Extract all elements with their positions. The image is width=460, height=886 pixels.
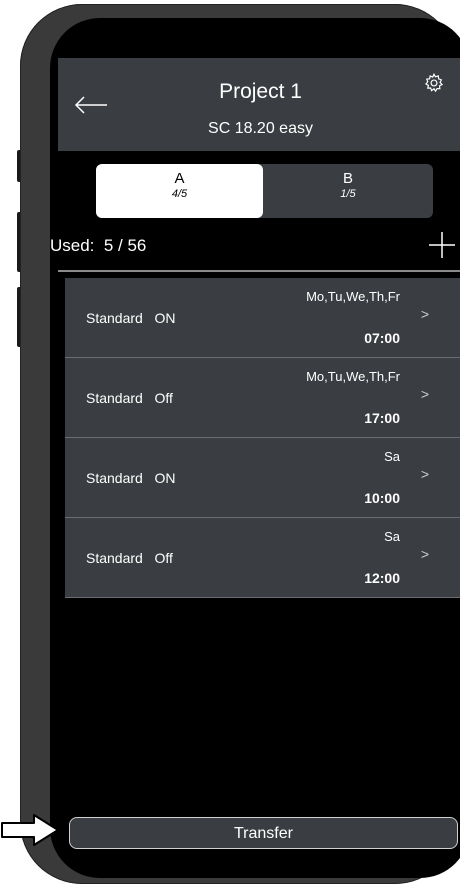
gear-icon[interactable] [423, 72, 445, 94]
pointer-arrow-icon [1, 814, 59, 846]
schedule-days: Sa [384, 449, 400, 464]
segment-tabs: A 4/5 B 1/5 [96, 164, 433, 218]
chevron-right-icon: > [420, 386, 429, 402]
tab-a-count: 4/5 [171, 188, 188, 200]
chevron-right-icon: > [420, 546, 429, 562]
schedule-row[interactable]: Standard ON Sa 10:00 > [65, 438, 460, 518]
page-title: Project 1 [219, 80, 302, 103]
tab-b-count: 1/5 [340, 188, 356, 200]
phone-screen: Project 1 SC 18.20 easy A 4/5 B 1/5 Used… [50, 18, 460, 878]
usage-counter: Used: 5 / 56 [50, 236, 147, 255]
schedule-days: Mo,Tu,We,Th,Fr [306, 289, 400, 304]
tab-b[interactable]: B 1/5 [263, 164, 433, 218]
tab-a-name: A [174, 170, 185, 187]
schedule-time: 10:00 [364, 490, 400, 506]
chevron-right-icon: > [420, 466, 429, 482]
schedule-days: Sa [384, 529, 400, 544]
schedule-time: 17:00 [364, 410, 400, 426]
tab-b-name: B [342, 170, 353, 187]
schedule-row[interactable]: Standard Off Mo,Tu,We,Th,Fr 17:00 > [65, 358, 460, 438]
schedule-label: Standard Off [86, 390, 173, 406]
schedule-time: 12:00 [364, 570, 400, 586]
schedule-row[interactable]: Standard ON Mo,Tu,We,Th,Fr 07:00 > [65, 278, 460, 358]
schedule-list: Standard ON Mo,Tu,We,Th,Fr 07:00 > Stand… [65, 278, 460, 598]
schedule-label: Standard Off [86, 550, 173, 566]
schedule-label: Standard ON [86, 470, 176, 486]
page-subtitle: SC 18.20 easy [208, 120, 313, 137]
schedule-time: 07:00 [364, 330, 400, 346]
transfer-button[interactable]: Transfer [69, 817, 458, 849]
divider [58, 270, 460, 272]
app-header: Project 1 SC 18.20 easy [58, 58, 460, 151]
schedule-label: Standard ON [86, 310, 176, 326]
phone-frame: Project 1 SC 18.20 easy A 4/5 B 1/5 Used… [20, 4, 460, 884]
schedule-days: Mo,Tu,We,Th,Fr [306, 369, 400, 384]
schedule-row[interactable]: Standard Off Sa 12:00 > [65, 518, 460, 598]
tab-a[interactable]: A 4/5 [96, 164, 263, 218]
chevron-right-icon: > [420, 306, 429, 322]
plus-icon[interactable] [427, 230, 457, 260]
